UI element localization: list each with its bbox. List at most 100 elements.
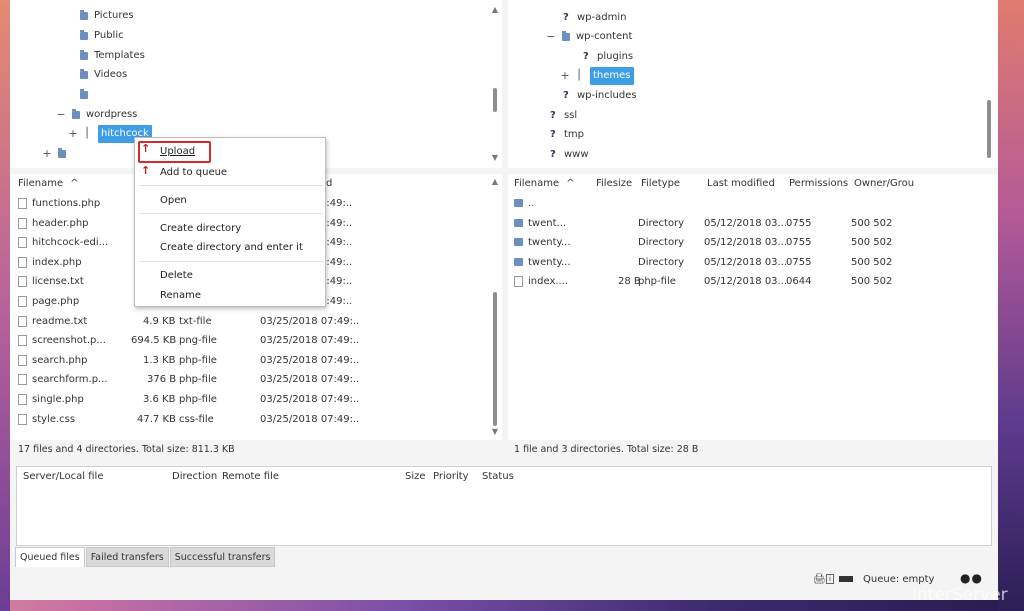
table-row[interactable]: single.php 3.6 KB php-file 03/25/2018 07:49… bbox=[10, 390, 502, 410]
file-modified: 05/12/2018 03... bbox=[704, 218, 788, 229]
table-row[interactable]: index.... 28 Bphp-file 05/12/2018 03... 064… bbox=[508, 272, 998, 292]
scroll-up-icon[interactable]: ▲ bbox=[490, 6, 500, 14]
column-header-last-modified[interactable]: d bbox=[326, 178, 332, 189]
column-header-filename[interactable]: Filename ^ bbox=[514, 178, 575, 189]
column-header-owner[interactable]: Owner/Grou bbox=[854, 178, 914, 189]
column-header-size[interactable]: Size bbox=[405, 471, 426, 482]
expand-icon[interactable]: + bbox=[560, 67, 570, 85]
add-queue-arrow-icon: ↑ bbox=[141, 164, 151, 177]
file-icon bbox=[18, 295, 27, 307]
table-row[interactable]: .. bbox=[508, 194, 998, 214]
remote-list-header: Filename ^ Filesize Filetype Last modifi… bbox=[508, 174, 998, 192]
table-row[interactable]: twent... Directory 05/12/2018 03... 0755 500… bbox=[508, 214, 998, 234]
menu-item-create-directory-enter[interactable]: Create directory and enter it bbox=[160, 239, 303, 257]
file-name: single.php bbox=[32, 394, 84, 405]
folder-icon bbox=[562, 31, 570, 41]
remote-tree-scrollbar[interactable] bbox=[984, 4, 994, 166]
scroll-up-icon[interactable]: ▲ bbox=[490, 178, 500, 186]
table-row[interactable]: search.php 1.3 KB php-file 03/25/2018 07:49… bbox=[10, 351, 502, 371]
folder-icon bbox=[58, 148, 66, 158]
tree-item-label: Pictures bbox=[94, 10, 134, 21]
tree-item-templates[interactable]: Templates bbox=[80, 47, 145, 65]
scroll-thumb[interactable] bbox=[987, 100, 991, 158]
collapse-icon[interactable]: − bbox=[546, 28, 556, 46]
tab-failed-transfers[interactable]: Failed transfers bbox=[85, 547, 169, 567]
column-header-last-modified[interactable]: Last modified bbox=[707, 178, 775, 189]
column-header-server-local[interactable]: Server/Local file bbox=[23, 471, 104, 482]
speed-limit-icon[interactable] bbox=[839, 576, 853, 582]
tree-item-tmp[interactable]: ? tmp bbox=[550, 126, 584, 144]
tree-item-wp-includes[interactable]: ? wp-includes bbox=[563, 87, 637, 105]
menu-item-delete[interactable]: Delete bbox=[160, 267, 193, 285]
column-header-remote-file[interactable]: Remote file bbox=[222, 471, 279, 482]
file-icon bbox=[18, 236, 27, 248]
question-folder-icon: ? bbox=[550, 129, 556, 140]
expand-icon[interactable]: + bbox=[68, 125, 78, 143]
tree-item-collapsed[interactable]: + bbox=[42, 145, 72, 163]
tree-item-themes[interactable]: + │ themes bbox=[560, 67, 634, 85]
tab-queued-files[interactable]: Queued files bbox=[15, 547, 85, 567]
tree-item-pictures[interactable]: Pictures bbox=[80, 7, 134, 25]
column-header-filename[interactable]: Filename ^ bbox=[18, 178, 79, 189]
menu-item-open[interactable]: Open bbox=[160, 192, 187, 210]
scroll-thumb[interactable] bbox=[493, 292, 497, 426]
menu-item-create-directory[interactable]: Create directory bbox=[160, 220, 241, 238]
tree-item-ssl[interactable]: ? ssl bbox=[550, 107, 577, 125]
table-row[interactable]: screenshot.p... 694.5 KB png-file 03/25/201… bbox=[10, 331, 502, 351]
sort-asc-icon: ^ bbox=[566, 177, 575, 189]
remote-tree-pane: ? wp-admin − wp-content ? plugins + │ th… bbox=[508, 0, 998, 168]
local-list-scrollbar[interactable]: ▲ ▼ bbox=[490, 176, 500, 438]
scroll-down-icon[interactable]: ▼ bbox=[490, 428, 500, 436]
column-header-filesize[interactable]: Filesize bbox=[596, 178, 632, 189]
filezilla-window: Pictures Public Templates Videos − wordp… bbox=[10, 0, 998, 600]
desktop-background-left bbox=[0, 0, 10, 611]
tree-item-label: Templates bbox=[94, 50, 145, 61]
folder-icon: │ bbox=[84, 128, 91, 139]
tree-item-wordpress[interactable]: − wordpress bbox=[56, 106, 137, 124]
tree-item-unnamed[interactable] bbox=[80, 86, 94, 104]
remote-file-list: Filename ^ Filesize Filetype Last modifi… bbox=[508, 174, 998, 440]
file-type: php-file bbox=[638, 276, 676, 287]
local-tree-scrollbar[interactable]: ▲ ▼ bbox=[490, 4, 500, 166]
file-name: page.php bbox=[32, 296, 80, 307]
file-name: .. bbox=[528, 198, 535, 209]
file-icon bbox=[18, 334, 27, 346]
tree-item-www[interactable]: ? www bbox=[550, 146, 589, 164]
table-row[interactable]: readme.txt 4.9 KB txt-file 03/25/2018 07:49… bbox=[10, 312, 502, 332]
column-header-filetype[interactable]: Filetype bbox=[641, 178, 680, 189]
menu-item-rename[interactable]: Rename bbox=[160, 287, 201, 305]
column-header-direction[interactable]: Direction bbox=[172, 471, 217, 482]
file-icon bbox=[18, 413, 27, 425]
menu-item-add-to-queue[interactable]: Add to queue bbox=[160, 164, 227, 182]
expand-icon[interactable]: + bbox=[42, 145, 52, 163]
filter-icon[interactable]: i bbox=[826, 574, 834, 584]
table-row[interactable]: twenty... Directory 05/12/2018 03... 0755 50… bbox=[508, 253, 998, 273]
folder-icon bbox=[80, 89, 88, 99]
scroll-thumb[interactable] bbox=[493, 88, 497, 112]
tree-item-wp-admin[interactable]: ? wp-admin bbox=[563, 9, 626, 27]
tab-successful-transfers[interactable]: Successful transfers bbox=[169, 547, 276, 567]
tree-item-public[interactable]: Public bbox=[80, 27, 124, 45]
tree-item-wp-content[interactable]: − wp-content bbox=[546, 28, 632, 46]
menu-item-upload[interactable]: Upload bbox=[160, 143, 195, 161]
column-header-permissions[interactable]: Permissions bbox=[789, 178, 848, 189]
collapse-icon[interactable]: − bbox=[56, 106, 66, 124]
column-header-priority[interactable]: Priority bbox=[433, 471, 469, 482]
tree-item-plugins[interactable]: ? plugins bbox=[583, 48, 633, 66]
column-header-status[interactable]: Status bbox=[482, 471, 514, 482]
file-owner: 500 502 bbox=[851, 218, 893, 229]
file-type: php-file bbox=[179, 355, 217, 366]
tree-item-videos[interactable]: Videos bbox=[80, 66, 127, 84]
menu-separator bbox=[139, 213, 323, 214]
file-icon bbox=[18, 197, 27, 209]
file-name: header.php bbox=[32, 218, 89, 229]
table-row[interactable]: style.css 47.7 KB css-file 03/25/2018 07:49… bbox=[10, 410, 502, 430]
scroll-down-icon[interactable]: ▼ bbox=[490, 154, 500, 162]
folder-icon bbox=[72, 109, 80, 119]
table-row[interactable]: searchform.p... 376 Bphp-file 03/25/2018 0… bbox=[10, 370, 502, 390]
folder-icon bbox=[80, 50, 88, 60]
tree-item-label: themes bbox=[590, 67, 634, 85]
file-name: twenty... bbox=[528, 257, 571, 268]
file-name: license.txt bbox=[32, 276, 84, 287]
table-row[interactable]: twenty... Directory 05/12/2018 03... 0755 50… bbox=[508, 233, 998, 253]
